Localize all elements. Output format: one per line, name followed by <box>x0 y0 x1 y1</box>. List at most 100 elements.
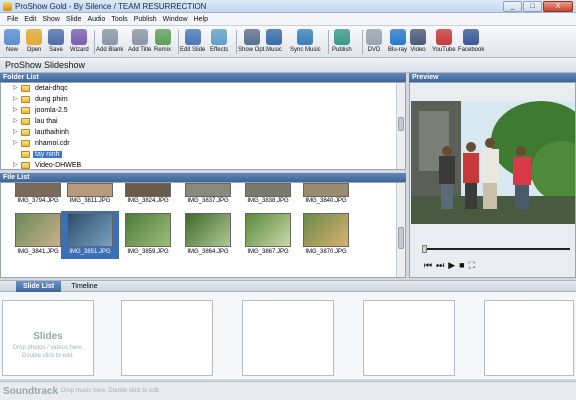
file-thumbnail[interactable]: IMG_3794.JPG <box>9 183 67 207</box>
file-thumbnail[interactable]: IMG_3870.JPG <box>297 211 355 259</box>
toolbar-button-youtube[interactable]: YouTube <box>432 28 456 56</box>
file-list: IMG_3794.JPG IMG_3811.JPG IMG_3824.JPG IMG_… <box>0 182 406 278</box>
folder-item[interactable]: tay ninh <box>1 149 405 160</box>
preview-seek-bar[interactable] <box>424 248 570 250</box>
menu-tools[interactable]: Tools <box>108 16 130 23</box>
folder-item[interactable]: ▷ lauthaihinh <box>1 127 405 138</box>
file-list-scrollbar[interactable] <box>396 183 405 277</box>
file-thumbnail[interactable]: IMG_3859.JPG <box>119 211 177 259</box>
folder-name: nhamoi.cdr <box>35 140 70 147</box>
file-thumbnail[interactable]: IMG_3851.JPG <box>61 211 119 259</box>
folder-item[interactable]: ▷ lau thai <box>1 116 405 127</box>
thumbnail-image <box>15 213 61 247</box>
skip-forward-icon[interactable]: ⏭ <box>436 260 444 270</box>
file-thumbnail[interactable]: IMG_3867.JPG <box>239 211 297 259</box>
folder-item[interactable]: ▷ nhamoi.cdr <box>1 138 405 149</box>
toolbar-button-blu-ray[interactable]: Blu-ray <box>388 28 407 56</box>
toolbar-button-edit-slide[interactable]: Edit Slide <box>180 28 205 56</box>
toolbar-separator <box>94 30 95 54</box>
file-thumbnail[interactable]: IMG_3824.JPG <box>119 183 177 207</box>
toolbar-button-label: Wizard <box>70 47 89 53</box>
slide-slot[interactable]: Slides Drop photos / videos here. Double … <box>2 300 94 376</box>
folder-item[interactable]: ▷ detai-dhqc <box>1 83 405 94</box>
folder-item[interactable]: ▷ joomla-2.5 <box>1 105 405 116</box>
expand-arrow-icon[interactable]: ▷ <box>13 85 18 92</box>
folder-name: Video-DHWEB <box>35 162 82 169</box>
close-button[interactable]: X <box>543 1 573 12</box>
expand-arrow-icon[interactable]: ▷ <box>13 129 18 136</box>
menu-audio[interactable]: Audio <box>84 16 108 23</box>
toolbar-button-label: Open <box>26 47 42 53</box>
toolbar-button-open[interactable]: Open <box>26 28 42 56</box>
toolbar-button-add-blank[interactable]: Add Blank <box>96 28 123 56</box>
menu-window[interactable]: Window <box>160 16 191 23</box>
expand-arrow-icon[interactable]: ▷ <box>13 162 18 169</box>
file-name: IMG_3837.JPG <box>187 198 229 204</box>
toolbar-button-new[interactable]: New <box>4 28 20 56</box>
soundtrack-bar[interactable]: Soundtrack Drop music here. Double click… <box>0 381 576 400</box>
tab-timeline[interactable]: Timeline <box>62 281 107 292</box>
folder-item[interactable]: ▷ dung phim <box>1 94 405 105</box>
folder-list-scrollbar[interactable] <box>396 83 405 169</box>
toolbar-button-label: YouTube <box>432 47 456 53</box>
file-thumbnail[interactable]: IMG_3837.JPG <box>179 183 237 207</box>
toolbar-button-wizard[interactable]: Wizard <box>70 28 89 56</box>
expand-arrow-icon[interactable]: ▷ <box>13 140 18 147</box>
toolbar-button-label: Sync Music <box>290 47 321 53</box>
slide-slot[interactable] <box>484 300 574 376</box>
menu-file[interactable]: File <box>4 16 21 23</box>
new-show-icon <box>4 29 20 45</box>
toolbar-button-remix[interactable]: Remix <box>154 28 171 56</box>
toolbar-button-save[interactable]: Save <box>48 28 64 56</box>
file-thumbnail[interactable]: IMG_3811.JPG <box>61 183 119 207</box>
tab-slide-list[interactable]: Slide List <box>16 281 61 292</box>
toolbar-button-video[interactable]: Video <box>410 28 426 56</box>
stop-icon[interactable]: ■ <box>459 260 464 270</box>
remix-icon <box>154 29 171 45</box>
menu-slide[interactable]: Slide <box>63 16 85 23</box>
music-icon <box>266 29 282 45</box>
toolbar-button-label: Edit Slide <box>180 47 206 53</box>
slide-slot[interactable] <box>121 300 213 376</box>
video-icon <box>410 29 426 45</box>
preview-seek-handle[interactable] <box>422 245 427 253</box>
toolbar-button-music[interactable]: Music <box>266 28 282 56</box>
fullscreen-icon[interactable]: ⛶ <box>469 260 475 270</box>
toolbar-button-add-title[interactable]: Add Title <box>128 28 151 56</box>
file-thumbnail[interactable]: IMG_3838.JPG <box>239 183 297 207</box>
toolbar-button-show-opt[interactable]: Show Opt. <box>238 28 266 56</box>
file-thumbnail[interactable]: IMG_3841.JPG <box>9 211 67 259</box>
facebook-icon <box>463 29 480 45</box>
toolbar-button-sync-music[interactable]: Sync Music <box>290 28 321 56</box>
expand-arrow-icon[interactable]: ▷ <box>13 96 18 103</box>
expand-arrow-icon[interactable]: ▷ <box>13 107 18 114</box>
folder-icon <box>21 85 30 92</box>
menu-help[interactable]: Help <box>191 16 211 23</box>
folder-list-header: Folder List <box>0 73 406 82</box>
file-name: IMG_3867.JPG <box>247 249 289 255</box>
menu-publish[interactable]: Publish <box>131 16 160 23</box>
slide-slot[interactable] <box>242 300 334 376</box>
file-thumbnail[interactable]: IMG_3864.JPG <box>179 211 237 259</box>
folder-item[interactable]: ▷ Video-DHWEB <box>1 160 405 169</box>
file-thumbnail[interactable]: IMG_3840.JPG <box>297 183 355 207</box>
minimize-button[interactable]: _ <box>503 1 522 12</box>
add-title-icon <box>131 29 148 45</box>
slides-hint: Drop photos / videos here. Double click t… <box>12 345 84 359</box>
play-icon[interactable]: ▶ <box>448 260 455 270</box>
menu-edit[interactable]: Edit <box>21 16 39 23</box>
folder-scroll-thumb[interactable] <box>398 117 404 131</box>
thumbnail-image <box>15 183 61 197</box>
toolbar-button-dvd[interactable]: DVD <box>366 28 382 56</box>
toolbar-button-publish[interactable]: Publish <box>332 28 352 56</box>
toolbar-button-label: Remix <box>154 47 172 53</box>
menu-bar: File Edit Show Slide Audio Tools Publish… <box>0 13 576 26</box>
expand-arrow-icon[interactable]: ▷ <box>13 118 18 125</box>
slide-slot[interactable] <box>363 300 455 376</box>
menu-show[interactable]: Show <box>39 16 63 23</box>
file-scroll-thumb[interactable] <box>398 227 404 249</box>
skip-back-icon[interactable]: ⏮ <box>424 260 432 270</box>
maximize-button[interactable]: □ <box>523 1 542 12</box>
toolbar-button-facebook[interactable]: Facebook <box>458 28 484 56</box>
toolbar-button-effects[interactable]: Effects <box>210 28 228 56</box>
